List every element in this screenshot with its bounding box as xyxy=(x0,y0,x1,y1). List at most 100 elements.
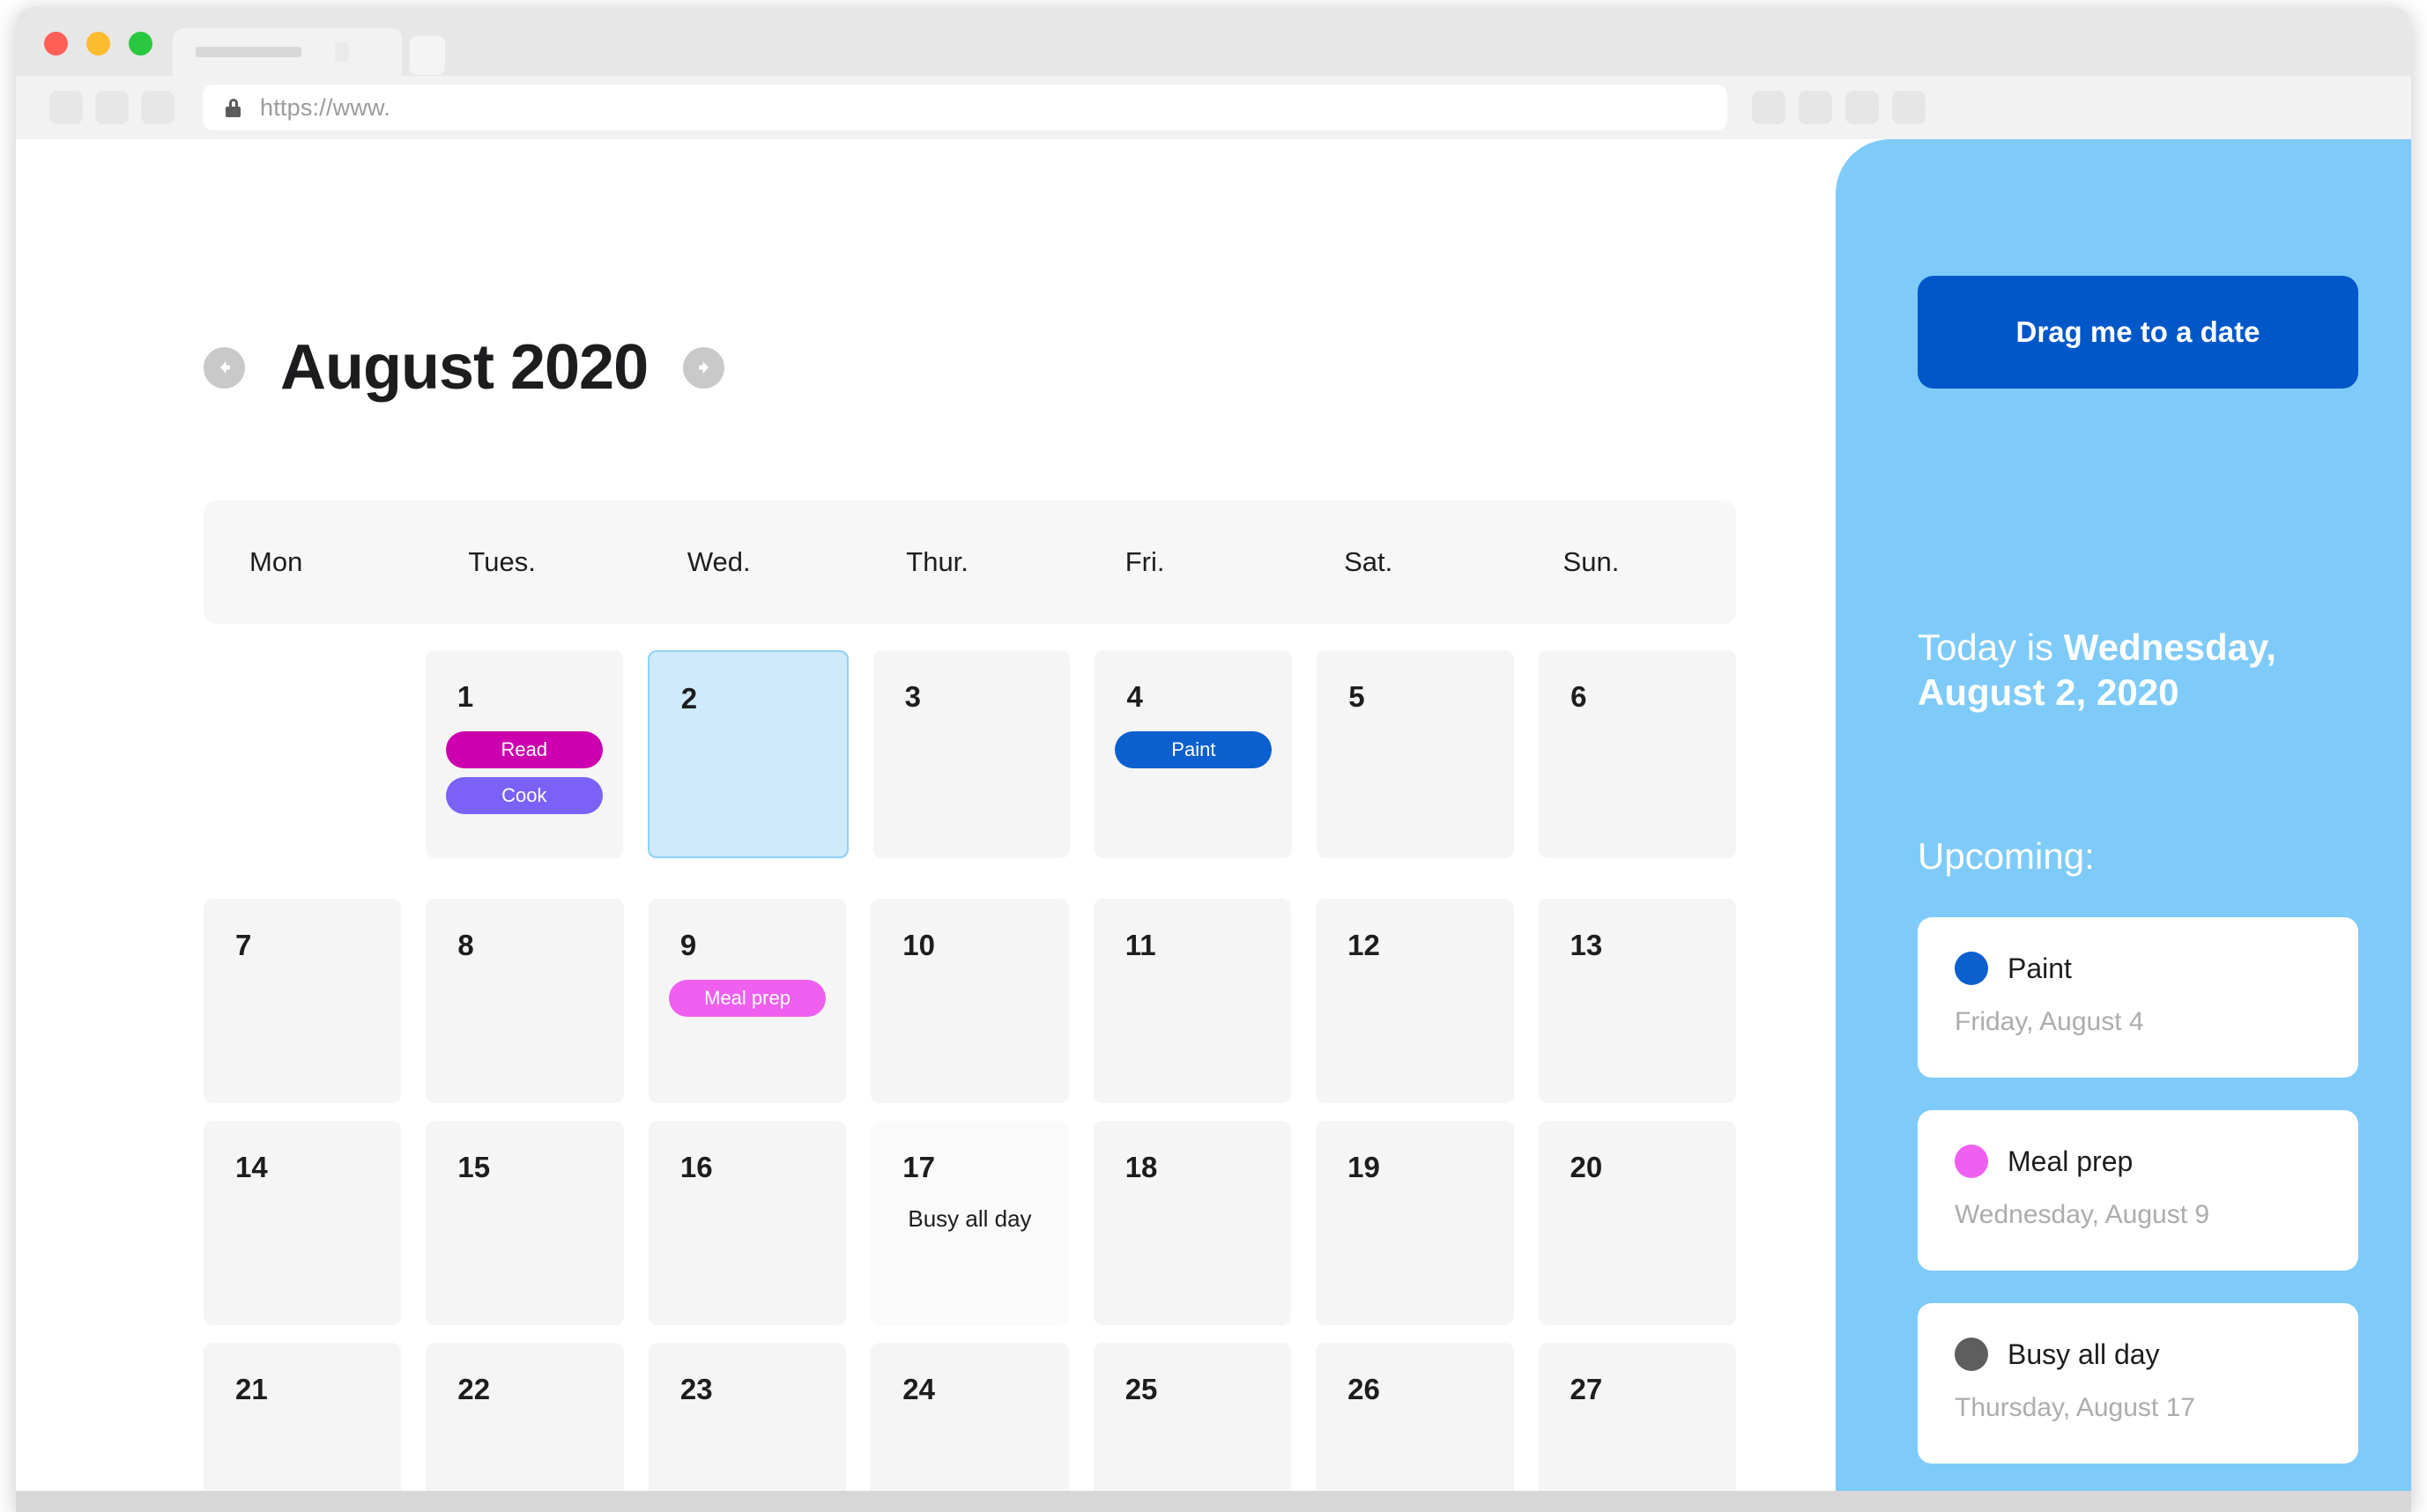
day-number: 22 xyxy=(457,1373,491,1405)
day-number: 25 xyxy=(1124,1373,1158,1405)
weekday-header-tues: Tues. xyxy=(468,546,536,577)
day-events: Paint xyxy=(1115,731,1273,768)
day-number: 9 xyxy=(679,929,697,961)
calendar-day-13[interactable]: 13 xyxy=(1538,899,1736,1103)
browser-window: https://www. August 2020 Mon Tues. Wed. … xyxy=(16,7,2411,1512)
calendar-day-10[interactable]: 10 xyxy=(871,899,1069,1103)
side-panel: Drag me to a date Today is Wednesday, Au… xyxy=(1836,139,2411,1512)
day-number: 6 xyxy=(1570,680,1587,713)
calendar-day-9[interactable]: 9 Meal prep xyxy=(648,899,847,1103)
day-number: 19 xyxy=(1347,1151,1380,1183)
event-color-dot-icon xyxy=(1955,1145,1988,1178)
upcoming-event-card[interactable]: Paint Friday, August 4 xyxy=(1918,917,2358,1078)
day-number: 13 xyxy=(1570,929,1603,961)
calendar-day-21[interactable]: 21 xyxy=(204,1343,402,1512)
window-bottom-strip xyxy=(16,1491,2411,1512)
upcoming-event-card[interactable]: Meal prep Wednesday, August 9 xyxy=(1918,1110,2358,1271)
day-number: 8 xyxy=(457,929,474,961)
traffic-lights xyxy=(44,32,152,56)
day-number: 24 xyxy=(902,1373,935,1405)
calendar-week-row: 7 8 9 Meal prep 10 11 12 13 xyxy=(204,899,1736,1103)
calendar-day-1[interactable]: 1 Read Cook xyxy=(425,650,623,858)
calendar-day-empty xyxy=(204,650,401,858)
extension-icon-2[interactable] xyxy=(1799,91,1832,124)
extension-icon-3[interactable] xyxy=(1845,91,1879,124)
day-number: 21 xyxy=(235,1373,268,1405)
day-number: 16 xyxy=(679,1151,713,1183)
calendar-day-25[interactable]: 25 xyxy=(1093,1343,1292,1512)
upcoming-event-card[interactable]: Busy all day Thursday, August 17 xyxy=(1918,1303,2358,1464)
calendar-day-12[interactable]: 12 xyxy=(1316,899,1514,1103)
calendar-day-23[interactable]: 23 xyxy=(648,1343,847,1512)
calendar-day-19[interactable]: 19 xyxy=(1316,1121,1514,1325)
event-color-dot-icon xyxy=(1955,1338,1988,1371)
calendar-day-26[interactable]: 26 xyxy=(1316,1343,1514,1512)
calendar-day-14[interactable]: 14 xyxy=(204,1121,402,1325)
calendar-day-22[interactable]: 22 xyxy=(426,1343,624,1512)
day-number: 23 xyxy=(679,1373,713,1405)
day-number: 11 xyxy=(1124,929,1156,961)
maximize-window-button[interactable] xyxy=(129,32,152,56)
calendar-day-11[interactable]: 11 xyxy=(1093,899,1292,1103)
calendar-week-row: 14 15 16 17 Busy all day 18 19 20 xyxy=(204,1121,1736,1325)
calendar-day-17[interactable]: 17 Busy all day xyxy=(871,1121,1069,1325)
day-number: 5 xyxy=(1348,680,1365,713)
calendar-day-3[interactable]: 3 xyxy=(872,650,1071,858)
event-pill[interactable]: Read xyxy=(445,731,603,768)
calendar-day-8[interactable]: 8 xyxy=(426,899,624,1103)
upcoming-heading: Upcoming: xyxy=(1918,835,2095,877)
day-number: 14 xyxy=(235,1151,268,1183)
day-note-text: Busy all day xyxy=(908,1205,1032,1232)
toolbar-extension-icons xyxy=(1752,91,1926,124)
url-text: https://www. xyxy=(260,93,390,121)
profile-icon[interactable] xyxy=(1892,91,1926,124)
weekday-header-bar: Mon Tues. Wed. Thur. Fri. Sat. Sun. xyxy=(204,500,1736,624)
close-window-button[interactable] xyxy=(44,32,68,56)
day-number: 26 xyxy=(1347,1373,1380,1405)
weekday-header-fri: Fri. xyxy=(1124,546,1165,577)
upcoming-event-title: Meal prep xyxy=(2008,1145,2134,1177)
day-events: Meal prep xyxy=(668,980,827,1017)
upcoming-event-title: Paint xyxy=(2008,952,2072,984)
browser-tab[interactable] xyxy=(173,28,402,76)
day-number: 4 xyxy=(1126,680,1143,713)
weekday-header-sat: Sat. xyxy=(1344,546,1393,577)
today-is-text: Today is Wednesday, August 2, 2020 xyxy=(1918,625,2358,715)
calendar-day-4[interactable]: 4 Paint xyxy=(1095,650,1293,858)
event-pill[interactable]: Paint xyxy=(1115,731,1273,768)
calendar-day-2[interactable]: 2 xyxy=(647,650,849,858)
calendar-day-16[interactable]: 16 xyxy=(648,1121,847,1325)
event-pill[interactable]: Cook xyxy=(445,777,603,814)
back-button[interactable] xyxy=(49,91,83,124)
upcoming-event-header: Meal prep xyxy=(1955,1145,2321,1178)
minimize-window-button[interactable] xyxy=(86,32,110,56)
upcoming-event-header: Paint xyxy=(1955,952,2321,985)
forward-button[interactable] xyxy=(95,91,129,124)
upcoming-event-date: Wednesday, August 9 xyxy=(1955,1200,2210,1229)
address-bar[interactable]: https://www. xyxy=(203,85,1727,130)
calendar-day-24[interactable]: 24 xyxy=(871,1343,1069,1512)
upcoming-event-title: Busy all day xyxy=(2008,1338,2160,1370)
event-pill[interactable]: Meal prep xyxy=(668,980,827,1017)
calendar-day-6[interactable]: 6 xyxy=(1539,650,1737,858)
day-number: 2 xyxy=(680,682,698,715)
reload-button[interactable] xyxy=(141,91,174,124)
calendar-day-27[interactable]: 27 xyxy=(1538,1343,1736,1512)
calendar-day-18[interactable]: 18 xyxy=(1093,1121,1292,1325)
upcoming-event-date: Friday, August 4 xyxy=(1955,1007,2144,1036)
browser-nav-buttons xyxy=(49,91,174,124)
tab-close-icon[interactable] xyxy=(335,42,349,62)
next-month-button[interactable] xyxy=(683,346,725,389)
calendar-area: August 2020 Mon Tues. Wed. Thur. Fri. Sat. Sun… xyxy=(16,139,1836,1512)
calendar-day-5[interactable]: 5 xyxy=(1317,650,1515,858)
prev-month-button[interactable] xyxy=(204,346,245,389)
extension-icon-1[interactable] xyxy=(1752,91,1785,124)
calendar-day-7[interactable]: 7 xyxy=(204,899,402,1103)
calendar-day-20[interactable]: 20 xyxy=(1538,1121,1736,1325)
upcoming-event-header: Busy all day xyxy=(1955,1338,2321,1371)
tab-title-placeholder xyxy=(196,47,301,57)
new-tab-icon[interactable] xyxy=(410,36,445,75)
calendar-day-15[interactable]: 15 xyxy=(426,1121,624,1325)
day-number: 17 xyxy=(902,1151,935,1183)
drag-me-to-a-date-button[interactable]: Drag me to a date xyxy=(1918,276,2358,389)
